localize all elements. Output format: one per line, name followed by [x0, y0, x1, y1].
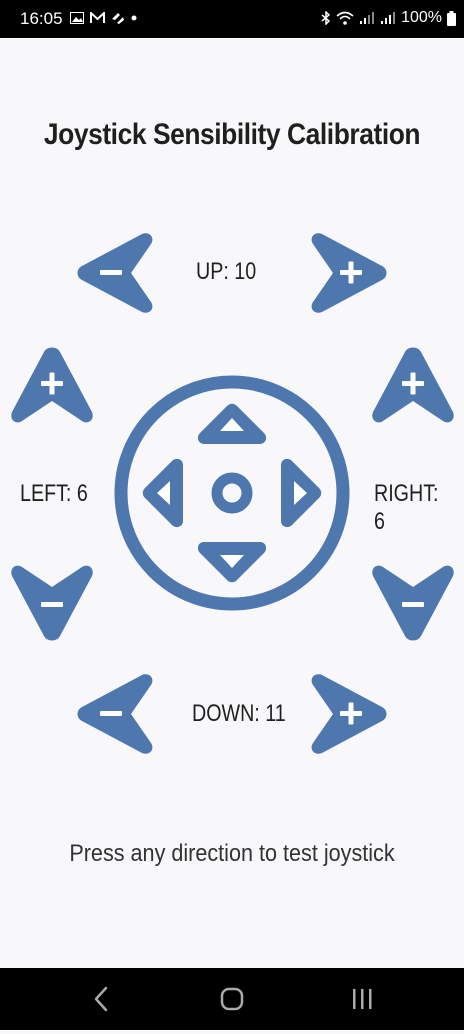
- back-icon: [94, 986, 108, 1012]
- minus-icon: [100, 270, 122, 275]
- dot-icon: [131, 15, 137, 21]
- recents-button[interactable]: [332, 968, 392, 1030]
- home-icon: [220, 987, 244, 1011]
- up-increase-button[interactable]: [310, 230, 388, 316]
- minus-icon: [41, 602, 63, 607]
- app-icon: [112, 13, 124, 24]
- joystick-left-button[interactable]: [142, 458, 183, 528]
- right-increase-button[interactable]: [369, 346, 457, 424]
- right-decrease-button[interactable]: [369, 564, 457, 642]
- back-button[interactable]: [72, 968, 132, 1030]
- left-increase-button[interactable]: [8, 346, 96, 424]
- up-value-label: UP: 10: [196, 258, 257, 285]
- down-value-label: DOWN: 11: [192, 700, 286, 727]
- down-decrease-button[interactable]: [76, 671, 154, 757]
- signal-icon: [381, 12, 396, 24]
- recents-icon: [353, 989, 372, 1009]
- bluetooth-icon: [321, 11, 331, 25]
- joystick-up-button[interactable]: [197, 403, 267, 444]
- navigation-bar: [0, 968, 464, 1030]
- left-decrease-button[interactable]: [8, 564, 96, 642]
- up-decrease-button[interactable]: [76, 230, 154, 316]
- status-time: 16:05: [20, 9, 63, 28]
- minus-icon: [402, 602, 424, 607]
- joystick-right-button[interactable]: [281, 458, 322, 528]
- wifi-icon: [336, 11, 354, 25]
- gmail-icon: [90, 12, 105, 23]
- page-title: Joystick Sensibility Calibration: [43, 118, 421, 151]
- left-value-label: LEFT: 6: [20, 480, 88, 507]
- battery-icon: [447, 10, 456, 26]
- test-hint-text: Press any direction to test joystick: [69, 840, 395, 867]
- signal-icon: [360, 12, 375, 24]
- right-value-label: RIGHT: 6: [374, 480, 439, 535]
- joystick-center-button[interactable]: [211, 472, 253, 514]
- battery-percentage: 100%: [401, 9, 442, 26]
- joystick[interactable]: [112, 373, 352, 613]
- image-icon: [70, 12, 84, 24]
- joystick-down-button[interactable]: [197, 542, 267, 583]
- down-increase-button[interactable]: [310, 671, 388, 757]
- home-button[interactable]: [202, 968, 262, 1030]
- minus-icon: [100, 711, 122, 716]
- status-bar: 16:05 100%: [0, 0, 464, 38]
